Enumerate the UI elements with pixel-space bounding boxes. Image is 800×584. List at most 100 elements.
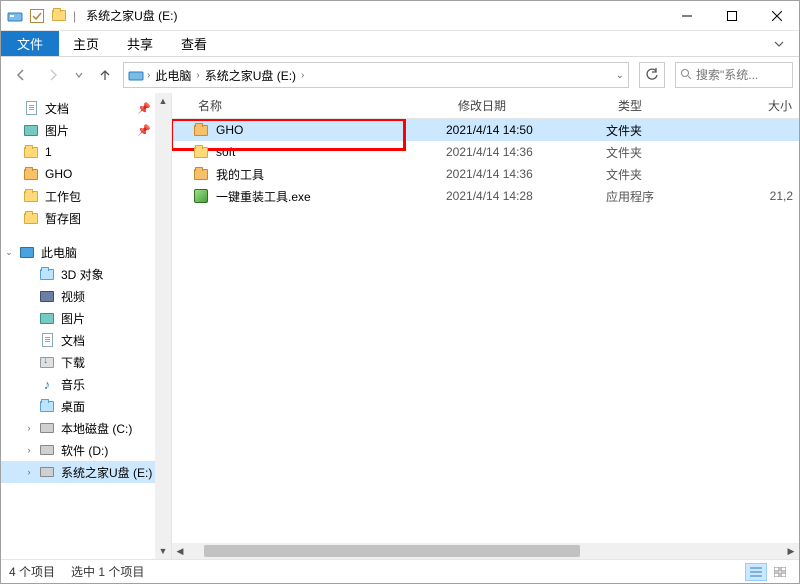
refresh-button[interactable] xyxy=(639,62,665,88)
sidebar-item-label: 3D 对象 xyxy=(61,266,104,283)
sidebar-item[interactable]: 1 xyxy=(1,141,155,163)
sidebar-item[interactable]: 视频 xyxy=(1,285,155,307)
sidebar-item[interactable]: 图片📌 xyxy=(1,119,155,141)
view-details-button[interactable] xyxy=(745,563,767,581)
sidebar-item[interactable]: 3D 对象 xyxy=(1,263,155,285)
ribbon-tab-home[interactable]: 主页 xyxy=(59,31,113,56)
chevron-right-icon[interactable]: › xyxy=(23,444,35,456)
breadcrumb[interactable]: 此电脑 xyxy=(153,67,193,84)
file-name: 我的工具 xyxy=(216,166,264,183)
sidebar-item-label: 下载 xyxy=(61,354,85,371)
file-name: soft xyxy=(216,145,235,159)
drive-icon xyxy=(39,420,55,436)
chevron-right-icon[interactable]: › xyxy=(147,70,150,81)
folder-icon xyxy=(23,166,39,182)
video-icon xyxy=(39,288,55,304)
column-header-name[interactable]: 名称 xyxy=(192,97,452,114)
column-header-type[interactable]: 类型 xyxy=(612,97,732,114)
sidebar-item-this-pc[interactable]: ⌄此电脑 xyxy=(1,241,155,263)
file-row[interactable]: GHO2021/4/14 14:50文件夹 xyxy=(172,119,799,141)
document-icon xyxy=(39,332,55,348)
drive-icon xyxy=(39,442,55,458)
close-button[interactable] xyxy=(754,1,799,31)
sidebar-item[interactable]: 工作包 xyxy=(1,185,155,207)
nav-recent-button[interactable] xyxy=(71,61,87,89)
sidebar-item[interactable]: 暂存图 xyxy=(1,207,155,229)
sidebar-item[interactable]: 图片 xyxy=(1,307,155,329)
sidebar-item[interactable]: GHO xyxy=(1,163,155,185)
folder-icon xyxy=(39,266,55,282)
crumb-label: 此电脑 xyxy=(155,67,191,84)
column-header-size[interactable]: 大小 xyxy=(732,97,799,114)
scroll-left-icon[interactable]: ◀ xyxy=(172,543,188,559)
file-type: 文件夹 xyxy=(606,122,726,139)
sidebar-item-label: 视频 xyxy=(61,288,85,305)
scroll-up-icon[interactable]: ▲ xyxy=(155,93,171,109)
file-date: 2021/4/14 14:50 xyxy=(446,123,606,137)
sidebar-item[interactable]: ♪音乐 xyxy=(1,373,155,395)
sidebar-item-label: 系统之家U盘 (E:) xyxy=(61,464,152,481)
chevron-right-icon[interactable]: › xyxy=(196,70,199,81)
address-bar[interactable]: › 此电脑 › 系统之家U盘 (E:) › ⌄ xyxy=(123,62,629,88)
view-icons-button[interactable] xyxy=(769,563,791,581)
sidebar-item-label: 工作包 xyxy=(45,188,81,205)
file-type: 应用程序 xyxy=(606,188,726,205)
ribbon-expand-button[interactable] xyxy=(759,31,799,56)
maximize-button[interactable] xyxy=(709,1,754,31)
chevron-right-icon[interactable]: › xyxy=(23,422,35,434)
crumb-label: 系统之家U盘 (E:) xyxy=(205,67,296,84)
folder-icon xyxy=(23,144,39,160)
window-controls xyxy=(664,1,799,31)
sidebar-item[interactable]: › 系统之家U盘 (E:) xyxy=(1,461,155,483)
breadcrumb[interactable]: 系统之家U盘 (E:) xyxy=(203,67,298,84)
sidebar-item[interactable]: ›软件 (D:) xyxy=(1,439,155,461)
sidebar-item-label: 1 xyxy=(45,145,52,159)
address-row: › 此电脑 › 系统之家U盘 (E:) › ⌄ xyxy=(1,57,799,93)
navigation-pane: 文档📌图片📌 1 GHO 工作包暂存图 ⌄此电脑 3D 对象视频图片文档下载 ♪音乐桌面 › 本… xyxy=(1,93,172,559)
window-title: 系统之家U盘 (E:) xyxy=(86,7,177,24)
sidebar-item[interactable]: 下载 xyxy=(1,351,155,373)
search-icon xyxy=(680,68,692,83)
qat-divider: | xyxy=(73,9,76,23)
minimize-button[interactable] xyxy=(664,1,709,31)
file-type: 文件夹 xyxy=(606,166,726,183)
sidebar-item[interactable]: 文档📌 xyxy=(1,97,155,119)
sidebar-item[interactable]: 文档 xyxy=(1,329,155,351)
scrollbar-horizontal[interactable]: ◀ ▶ xyxy=(172,543,799,559)
scroll-down-icon[interactable]: ▼ xyxy=(155,543,171,559)
file-row[interactable]: 我的工具2021/4/14 14:36文件夹 xyxy=(172,163,799,185)
nav-back-button[interactable] xyxy=(7,61,35,89)
sidebar-item-label: 暂存图 xyxy=(45,210,81,227)
folder-icon xyxy=(23,210,39,226)
file-row[interactable]: 一键重装工具.exe2021/4/14 14:28应用程序21,2 xyxy=(172,185,799,207)
ribbon-tab-view[interactable]: 查看 xyxy=(167,31,221,56)
column-headers: 名称 修改日期 类型 大小 xyxy=(172,93,799,119)
sidebar-item[interactable]: 桌面 xyxy=(1,395,155,417)
file-row[interactable]: soft 2021/4/14 14:36文件夹 xyxy=(172,141,799,163)
drive-icon xyxy=(39,464,55,480)
status-selected-count: 选中 1 个项目 xyxy=(71,563,144,580)
nav-up-button[interactable] xyxy=(91,61,119,89)
sidebar-item-label: 文档 xyxy=(61,332,85,349)
search-box[interactable] xyxy=(675,62,793,88)
nav-forward-button[interactable] xyxy=(39,61,67,89)
chevron-right-icon[interactable]: › xyxy=(23,466,35,478)
sidebar-item[interactable]: › 本地磁盘 (C:) xyxy=(1,417,155,439)
pc-icon xyxy=(19,244,35,260)
file-rows: GHO2021/4/14 14:50文件夹 soft 2021/4/14 14:36… xyxy=(172,119,799,543)
column-header-date[interactable]: 修改日期 xyxy=(452,97,612,114)
scrollbar-vertical[interactable]: ▲ ▼ xyxy=(155,93,171,559)
file-type: 文件夹 xyxy=(606,144,726,161)
ribbon-tab-share[interactable]: 共享 xyxy=(113,31,167,56)
scroll-thumb[interactable] xyxy=(204,545,580,557)
chevron-down-icon[interactable]: ⌄ xyxy=(3,246,15,258)
ribbon-file-tab[interactable]: 文件 xyxy=(1,31,59,56)
search-input[interactable] xyxy=(696,68,776,82)
chevron-right-icon[interactable]: › xyxy=(301,70,304,81)
file-date: 2021/4/14 14:36 xyxy=(446,145,606,159)
folder-icon xyxy=(192,165,210,183)
address-dropdown-button[interactable]: ⌄ xyxy=(616,70,624,81)
scroll-right-icon[interactable]: ▶ xyxy=(783,543,799,559)
checkbox-icon[interactable] xyxy=(29,8,45,24)
sidebar-item-label: 本地磁盘 (C:) xyxy=(61,420,132,437)
